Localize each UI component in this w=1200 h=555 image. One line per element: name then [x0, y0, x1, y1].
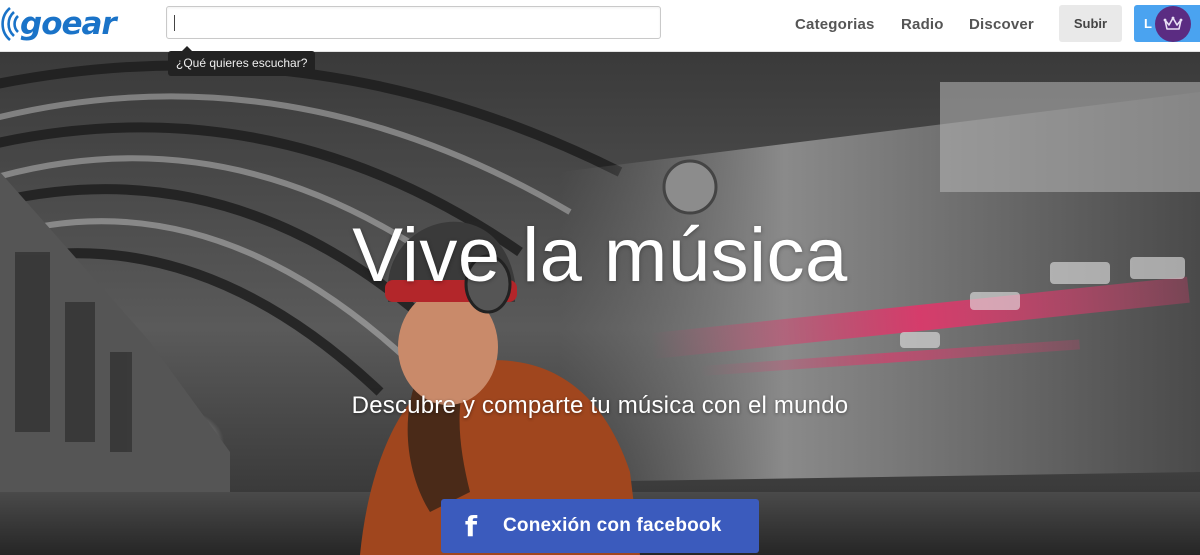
- hero-banner: Vive la música Descubre y comparte tu mú…: [0, 52, 1200, 555]
- logo-text: goear: [20, 6, 117, 42]
- goear-logo[interactable]: goear: [0, 4, 117, 44]
- nav-categorias[interactable]: Categorias: [795, 16, 875, 33]
- sound-waves-icon: [1, 7, 19, 41]
- upload-button[interactable]: Subir: [1059, 5, 1122, 42]
- search-input[interactable]: [167, 7, 660, 38]
- facebook-login-button[interactable]: f Conexión con facebook: [441, 499, 759, 553]
- search-tooltip-text: ¿Qué quieres escuchar?: [176, 56, 308, 70]
- facebook-icon: f: [464, 509, 478, 543]
- hero-background-image: [0, 52, 1200, 555]
- text-caret: [174, 15, 175, 31]
- hero-subtitle: Descubre y comparte tu música con el mun…: [351, 392, 849, 419]
- hero-title: Vive la música: [352, 213, 848, 298]
- facebook-button-label: Conexión con facebook: [503, 515, 722, 536]
- top-header: goear Categorias Radio Discover Subir L: [0, 0, 1200, 52]
- search-box[interactable]: [166, 6, 661, 39]
- nav-radio[interactable]: Radio: [901, 16, 944, 33]
- nav-discover[interactable]: Discover: [969, 16, 1034, 33]
- user-avatar[interactable]: [1155, 6, 1191, 42]
- search-tooltip: ¿Qué quieres escuchar?: [168, 46, 316, 76]
- login-label: L: [1144, 16, 1152, 31]
- tooltip-arrow: [182, 46, 192, 51]
- crown-icon: [1163, 16, 1183, 30]
